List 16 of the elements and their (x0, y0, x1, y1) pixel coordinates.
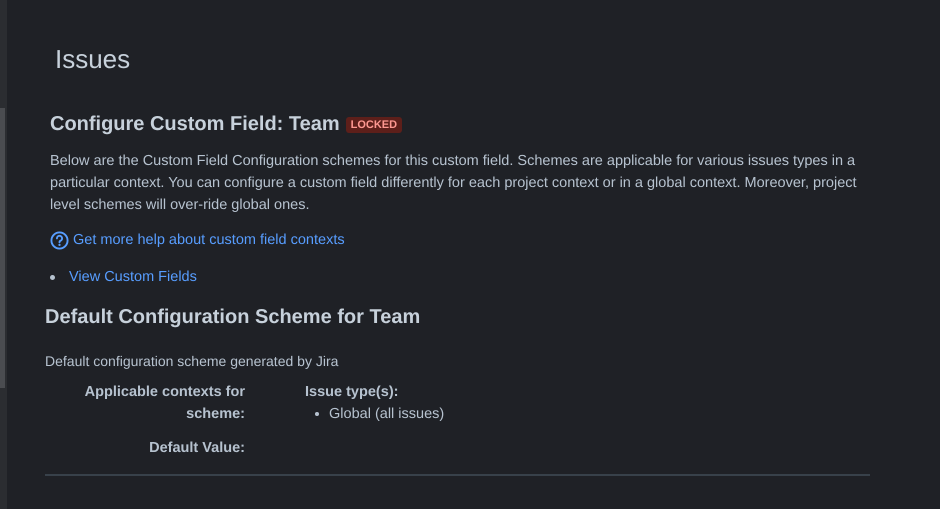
bullet-icon (50, 275, 55, 280)
bullet-icon (315, 412, 319, 416)
view-custom-fields-link[interactable]: View Custom Fields (69, 266, 197, 288)
help-link[interactable]: Get more help about custom field contexts (50, 230, 345, 252)
scrollbar-thumb[interactable] (0, 108, 5, 388)
field-title: Configure Custom Field: Team (50, 112, 340, 137)
page-title: Issues (55, 43, 132, 76)
issue-types-heading: Issue type(s): (305, 382, 400, 402)
description-text: Below are the Custom Field Configuration schemes for this custom field. Schemes are applicable for various issues types in a particular context. You can configure a custom field differently for each project context or in a global context. Moreover, project level schemes will over-ride global ones. (50, 152, 858, 215)
field-label: Default Value: (148, 438, 245, 458)
scheme-description: Default configuration scheme generated by Jira (45, 352, 340, 370)
issue-type-item: Global (all issues) (329, 404, 444, 424)
help-icon (50, 231, 69, 250)
scheme-title: Default Configuration Scheme for Team (45, 304, 422, 330)
locked-badge: LOCKED (346, 117, 402, 133)
field-label: Applicable contexts for scheme: (84, 382, 245, 424)
